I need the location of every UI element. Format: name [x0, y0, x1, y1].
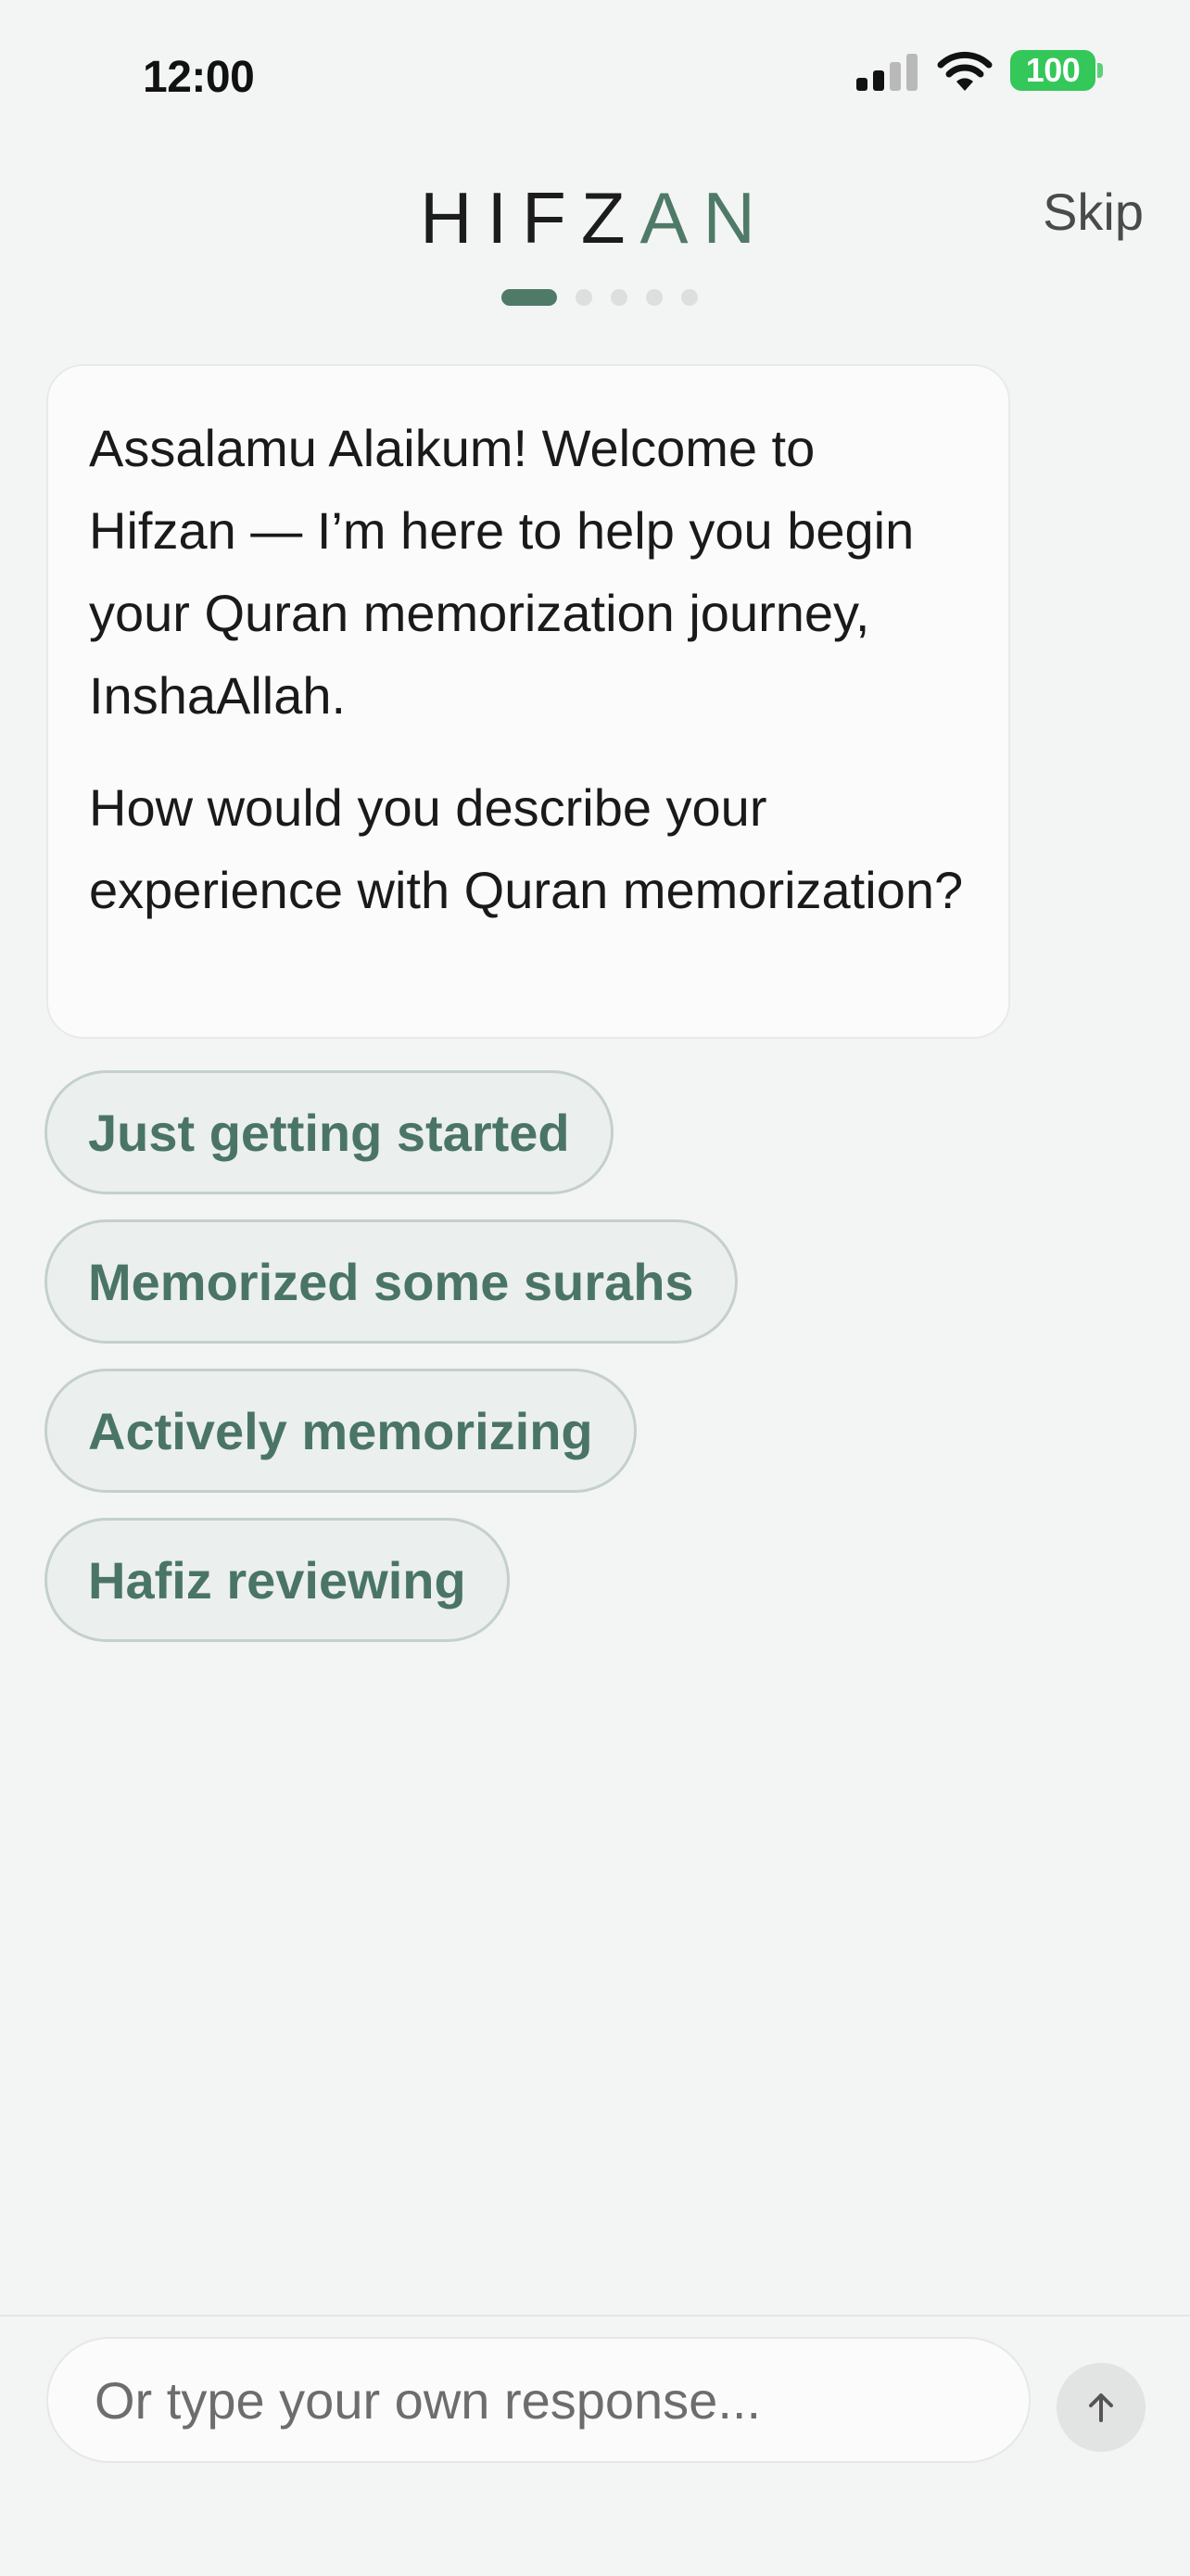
progress-step-1 [501, 289, 557, 306]
status-bar: 12:00 100 [0, 0, 1190, 139]
question-message: How would you describe your experience w… [89, 778, 964, 919]
status-time: 12:00 [143, 53, 255, 102]
progress-step-4 [646, 289, 663, 306]
response-input[interactable] [46, 2337, 1031, 2463]
logo-accent: AN [639, 177, 770, 259]
progress-step-3 [611, 289, 627, 306]
onboarding-progress [501, 289, 698, 306]
skip-button[interactable]: Skip [1043, 182, 1144, 242]
quick-reply-options: Just getting started Memorized some sura… [44, 1070, 738, 1642]
option-hafiz-reviewing[interactable]: Hafiz reviewing [44, 1518, 510, 1642]
wifi-icon [937, 51, 993, 91]
option-memorized-some-surahs[interactable]: Memorized some surahs [44, 1219, 738, 1344]
progress-step-2 [576, 289, 592, 306]
battery-level: 100 [1025, 51, 1081, 89]
arrow-up-icon [1089, 2393, 1113, 2422]
option-actively-memorizing[interactable]: Actively memorizing [44, 1369, 637, 1493]
assistant-message-bubble: Assalamu Alaikum! Welcome to Hifzan — I’… [46, 364, 1010, 1039]
signal-bars-icon [856, 54, 918, 91]
progress-step-5 [681, 289, 698, 306]
logo-primary: HIFZ [420, 177, 640, 259]
option-just-getting-started[interactable]: Just getting started [44, 1070, 614, 1194]
input-bar [0, 2315, 1190, 2576]
welcome-message: Assalamu Alaikum! Welcome to Hifzan — I’… [89, 419, 915, 725]
send-button[interactable] [1057, 2363, 1146, 2452]
battery-tip [1097, 63, 1103, 78]
battery-icon: 100 [1010, 50, 1095, 91]
app-logo: HIFZAN [0, 176, 1190, 260]
